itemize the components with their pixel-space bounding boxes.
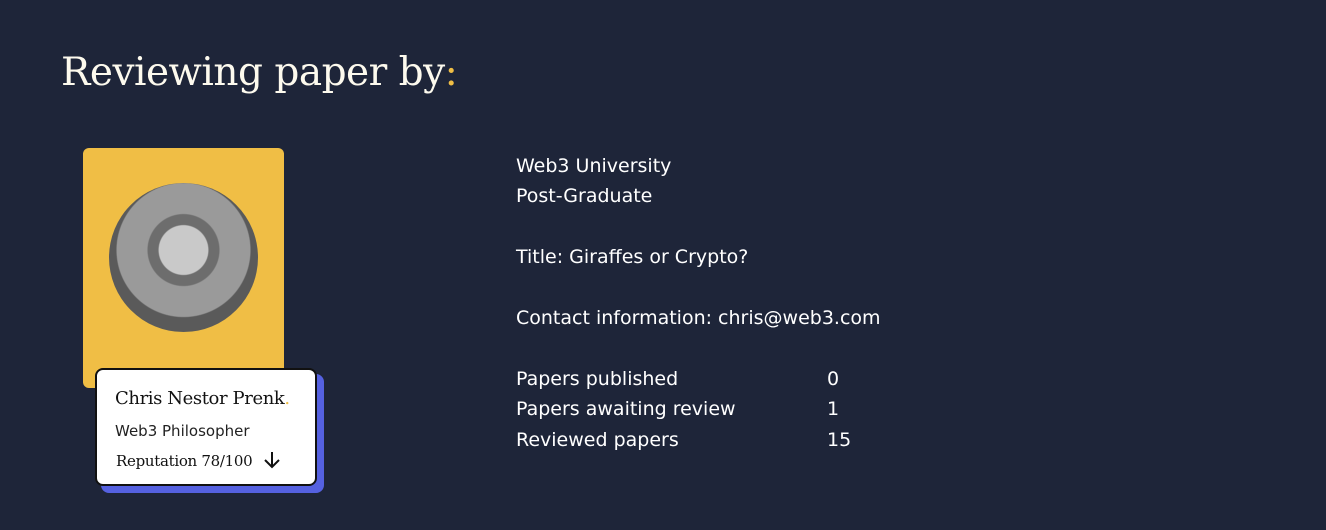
reputation[interactable]: Reputation 78/100 [116,451,281,470]
stat-value-awaiting: 1 [827,398,840,420]
university: Web3 University [516,155,672,177]
stat-label-awaiting: Papers awaiting review [516,398,736,420]
page-title: Reviewing paper by: [61,50,458,95]
name-card: Chris Nestor Prenk. Web3 Philosopher Rep… [95,368,317,486]
reputation-text: Reputation 78/100 [116,452,253,470]
stat-value-published: 0 [827,368,840,390]
arrow-down-icon[interactable] [263,451,281,469]
author-name: Chris Nestor Prenk. [115,388,290,409]
paper-title: Title: Giraffes or Crypto? [516,246,749,268]
title-colon: : [444,50,458,95]
title-text: Reviewing paper by [61,50,445,95]
stat-label-published: Papers published [516,368,679,390]
stat-label-reviewed: Reviewed papers [516,429,679,451]
author-role: Web3 Philosopher [115,422,250,440]
stat-value-reviewed: 15 [827,429,852,451]
avatar [109,183,258,332]
contact-info: Contact information: chris@web3.com [516,307,881,329]
level: Post-Graduate [516,185,653,207]
